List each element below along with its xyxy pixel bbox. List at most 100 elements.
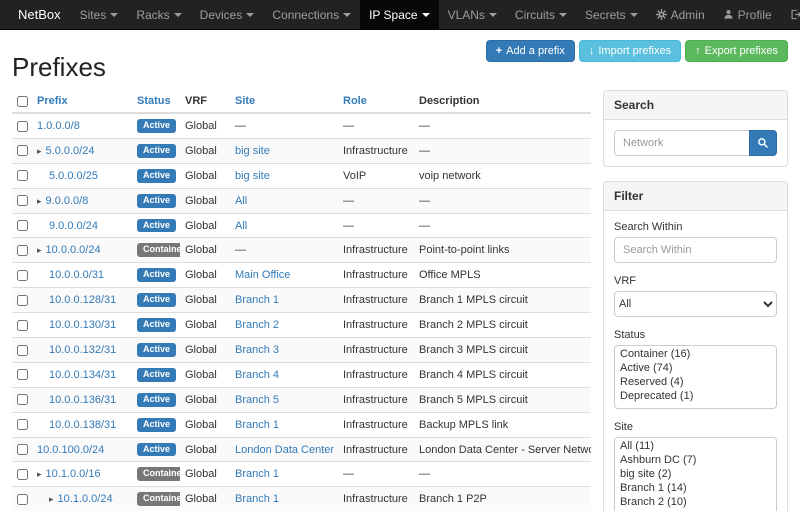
prefix-link[interactable]: 9.0.0.0/8 (46, 195, 89, 207)
role-cell: Infrastructure (338, 412, 414, 437)
select-option[interactable]: Branch 2 (10) (616, 495, 775, 509)
prefix-indent (37, 377, 49, 378)
select-option[interactable]: Branch 1 (14) (616, 481, 775, 495)
nav-item-circuits[interactable]: Circuits (506, 0, 576, 29)
nav-item-devices[interactable]: Devices (191, 0, 264, 29)
profile-link[interactable]: Profile (714, 0, 781, 29)
row-checkbox[interactable] (17, 369, 28, 380)
site-link[interactable]: Branch 1 (235, 468, 279, 480)
select-option[interactable]: Ashburn DC (7) (616, 453, 775, 467)
column-header-prefix[interactable]: Prefix (37, 95, 68, 107)
search-input[interactable] (614, 130, 749, 156)
row-checkbox[interactable] (17, 419, 28, 430)
add-prefix-button[interactable]: +Add a prefix (486, 40, 575, 62)
status-select[interactable]: Container (16)Active (74)Reserved (4)Dep… (614, 345, 777, 409)
table-row: ▸9.0.0.0/24 Active Global All — — (12, 213, 591, 238)
select-option[interactable]: Reserved (4) (616, 375, 775, 389)
nav-item-ip-space[interactable]: IP Space (360, 0, 438, 29)
vrf-cell: Global (180, 163, 230, 188)
vrf-select[interactable]: All (614, 291, 777, 317)
site-link[interactable]: Branch 5 (235, 394, 279, 406)
netbox-brand[interactable]: NetBox (8, 0, 71, 29)
select-option[interactable]: Container (16) (616, 347, 775, 361)
site-link[interactable]: Branch 4 (235, 369, 279, 381)
row-checkbox[interactable] (17, 195, 28, 206)
row-checkbox[interactable] (17, 469, 28, 480)
search-button[interactable] (749, 130, 777, 156)
prefix-link[interactable]: 1.0.0.0/8 (37, 120, 80, 132)
row-checkbox[interactable] (17, 270, 28, 281)
column-header-status[interactable]: Status (137, 95, 171, 107)
expand-arrow-icon: ▸ (37, 245, 42, 255)
site-cell: Branch 5 (230, 387, 338, 412)
row-checkbox[interactable] (17, 121, 28, 132)
select-option[interactable]: All (11) (616, 439, 775, 453)
site-link[interactable]: big site (235, 170, 270, 182)
row-checkbox[interactable] (17, 245, 28, 256)
site-cell: Branch 4 (230, 362, 338, 387)
row-checkbox[interactable] (17, 345, 28, 356)
site-link[interactable]: All (235, 195, 247, 207)
prefix-link[interactable]: 10.0.0.134/31 (49, 369, 116, 381)
prefix-link[interactable]: 10.0.0.130/31 (49, 319, 116, 331)
nav-item-sites[interactable]: Sites (71, 0, 128, 29)
prefix-link[interactable]: 10.0.0.132/31 (49, 344, 116, 356)
nav-item-secrets[interactable]: Secrets (576, 0, 647, 29)
site-link[interactable]: London Data Center (235, 444, 334, 456)
row-checkbox[interactable] (17, 394, 28, 405)
nav-item-racks[interactable]: Racks (127, 0, 190, 29)
row-checkbox[interactable] (17, 170, 28, 181)
site-link[interactable]: Branch 1 (235, 294, 279, 306)
export-prefixes-button[interactable]: ↑Export prefixes (685, 40, 788, 62)
select-option[interactable]: big site (2) (616, 467, 775, 481)
search-within-input[interactable] (614, 237, 777, 263)
prefix-table: Prefix Status VRF Site Role Description … (12, 90, 591, 511)
prefix-link[interactable]: 9.0.0.0/24 (49, 220, 98, 232)
nav-item-connections[interactable]: Connections (263, 0, 360, 29)
site-link[interactable]: All (235, 220, 247, 232)
description-cell: Branch 5 MPLS circuit (414, 387, 591, 412)
prefix-link[interactable]: 10.0.0.136/31 (49, 394, 116, 406)
select-option[interactable]: Active (74) (616, 361, 775, 375)
site-link[interactable]: Main Office (235, 269, 290, 281)
prefix-link[interactable]: 10.0.0.0/24 (46, 244, 101, 256)
prefix-link[interactable]: 10.0.0.128/31 (49, 294, 116, 306)
select-option[interactable]: Deprecated (1) (616, 389, 775, 403)
row-checkbox[interactable] (17, 494, 28, 505)
prefix-link[interactable]: 10.1.0.0/16 (46, 468, 101, 480)
table-row: ▸5.0.0.0/25 Active Global big site VoIP … (12, 163, 591, 188)
select-all-checkbox[interactable] (17, 96, 28, 107)
prefix-link[interactable]: 10.0.100.0/24 (37, 444, 104, 456)
logout-link[interactable]: Log out (781, 0, 800, 29)
plus-icon: + (496, 46, 502, 57)
prefix-link[interactable]: 10.1.0.0/24 (58, 493, 113, 505)
row-checkbox[interactable] (17, 320, 28, 331)
site-select[interactable]: All (11)Ashburn DC (7)big site (2)Branch… (614, 437, 777, 511)
site-cell: big site (230, 163, 338, 188)
admin-link[interactable]: Admin (647, 0, 714, 29)
site-link[interactable]: Branch 1 (235, 493, 279, 505)
row-checkbox[interactable] (17, 220, 28, 231)
column-header-site[interactable]: Site (235, 95, 255, 107)
prefix-link[interactable]: 10.0.0.138/31 (49, 419, 116, 431)
user-icon (723, 9, 734, 20)
caret-down-icon (559, 13, 567, 17)
site-link[interactable]: Branch 2 (235, 319, 279, 331)
row-checkbox[interactable] (17, 295, 28, 306)
table-row: ▸1.0.0.0/8 Active Global — — — (12, 113, 591, 138)
row-checkbox[interactable] (17, 145, 28, 156)
column-header-role[interactable]: Role (343, 95, 367, 107)
search-within-label: Search Within (614, 221, 777, 233)
prefix-link[interactable]: 5.0.0.0/25 (49, 170, 98, 182)
import-prefixes-button[interactable]: ↓Import prefixes (579, 40, 681, 62)
nav-item-vlans[interactable]: VLANs (439, 0, 506, 29)
site-link[interactable]: Branch 3 (235, 344, 279, 356)
prefix-link[interactable]: 10.0.0.0/31 (49, 269, 104, 281)
caret-down-icon (343, 13, 351, 17)
vrf-cell: Global (180, 362, 230, 387)
prefix-link[interactable]: 5.0.0.0/24 (46, 145, 95, 157)
row-checkbox[interactable] (17, 444, 28, 455)
site-cell: Branch 1 (230, 462, 338, 487)
site-link[interactable]: big site (235, 145, 270, 157)
site-link[interactable]: Branch 1 (235, 419, 279, 431)
